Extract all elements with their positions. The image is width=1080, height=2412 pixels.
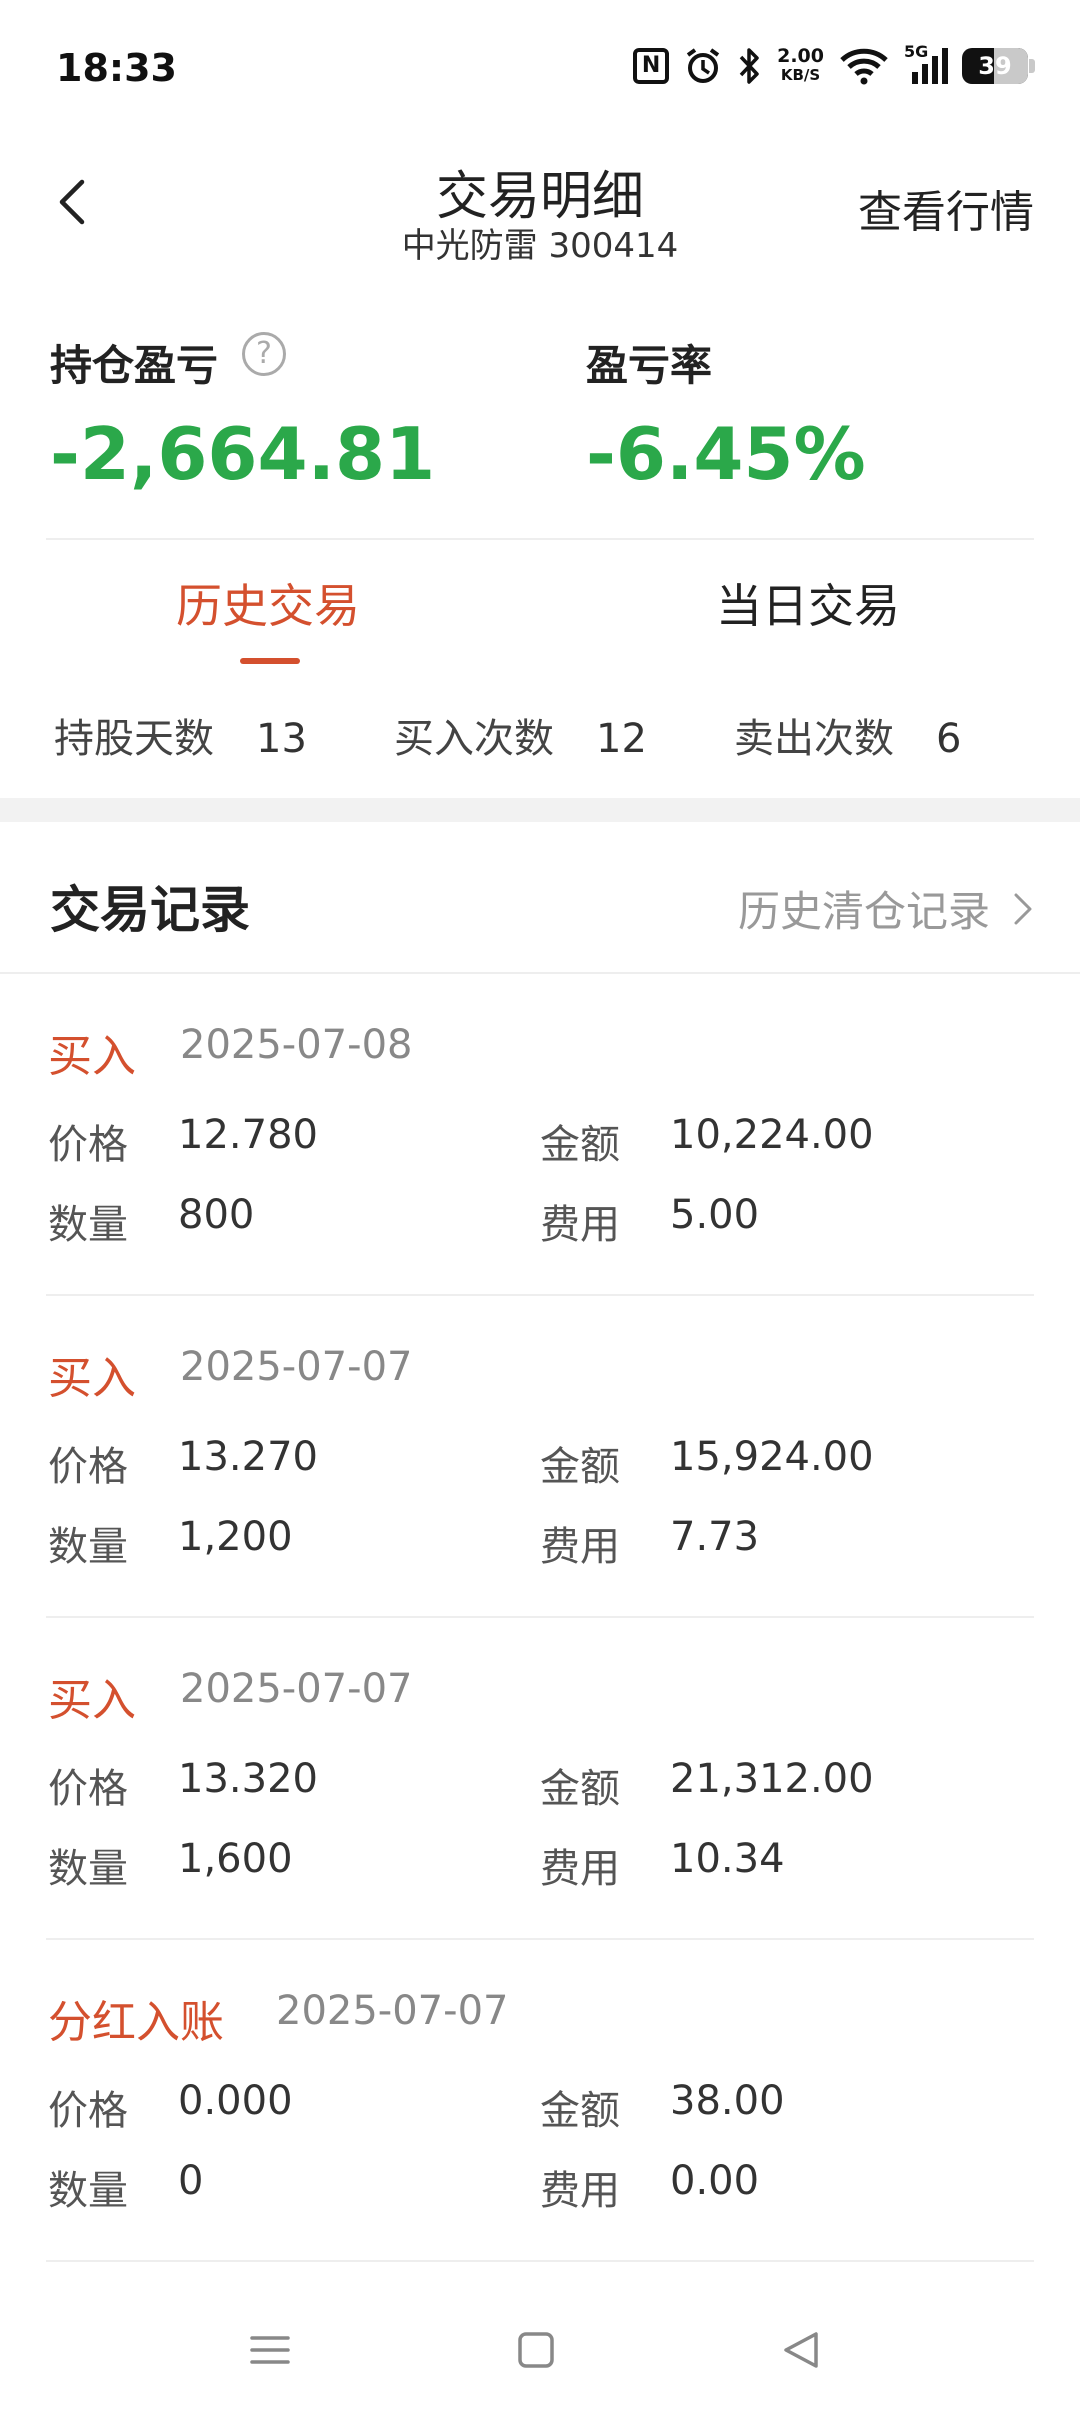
status-bar: 18:33 N 2.00 KB/S 5G 39 <box>0 0 1080 140</box>
triangle-back-icon <box>784 2332 818 2368</box>
bluetooth-icon <box>737 44 763 88</box>
price-label: 价格 <box>48 1766 128 1812</box>
price-value: 0.000 <box>178 2078 293 2124</box>
tab-history-trades[interactable]: 历史交易 <box>176 570 360 636</box>
history-clearance-link[interactable]: 历史清仓记录 <box>738 878 1034 939</box>
record-type: 分红入账 <box>48 1997 224 2048</box>
fee-value: 0.00 <box>670 2158 760 2204</box>
menu-icon <box>250 2336 290 2364</box>
status-time: 18:33 <box>56 46 177 90</box>
stat-label: 买入次数 <box>394 716 554 762</box>
fee-label: 费用 <box>540 1846 620 1892</box>
system-nav-bar <box>0 2290 1080 2412</box>
battery-icon: 39 <box>962 48 1035 84</box>
section-separator <box>0 798 1080 822</box>
amount-label: 金额 <box>540 1122 620 1168</box>
position-pnl-label: 持仓盈亏 <box>50 341 219 390</box>
qty-value: 800 <box>178 1192 255 1238</box>
trade-record[interactable]: 买入 2025-07-07 价格 13.320 金额 21,312.00 数量 … <box>0 1618 1080 1940</box>
signal-icon: 5G <box>904 44 948 88</box>
home-button[interactable] <box>506 2320 566 2380</box>
pnl-rate-value: -6.45% <box>586 412 866 496</box>
tab-active-indicator <box>240 658 300 664</box>
chevron-right-icon <box>1014 893 1032 924</box>
network-speed: 2.00 KB/S <box>777 45 824 85</box>
price-value: 13.320 <box>178 1756 318 1802</box>
record-date: 2025-07-07 <box>180 1666 413 1712</box>
fee-label: 费用 <box>540 1202 620 1248</box>
stat-value: 6 <box>936 716 962 762</box>
record-date: 2025-07-08 <box>180 1022 413 1068</box>
price-value: 12.780 <box>178 1112 318 1158</box>
divider <box>46 538 1034 540</box>
record-type: 买入 <box>48 1675 136 1726</box>
trade-record[interactable]: 买入 2025-07-07 价格 13.270 金额 15,924.00 数量 … <box>0 1296 1080 1618</box>
nfc-icon: N <box>633 48 670 84</box>
amount-label: 金额 <box>540 1444 620 1490</box>
record-type: 买入 <box>48 1031 136 1082</box>
record-type: 买入 <box>48 1353 136 1404</box>
trade-record[interactable]: 分红入账 2025-07-07 价格 0.000 金额 38.00 数量 0 费… <box>0 1940 1080 2262</box>
stat-value: 13 <box>256 716 307 762</box>
recent-apps-button[interactable] <box>240 2320 300 2380</box>
alarm-icon <box>683 44 723 88</box>
price-label: 价格 <box>48 1122 128 1168</box>
amount-value: 38.00 <box>670 2078 785 2124</box>
amount-value: 10,224.00 <box>670 1112 874 1158</box>
qty-label: 数量 <box>48 1846 128 1892</box>
back-nav-button[interactable] <box>772 2320 832 2380</box>
status-icons: N 2.00 KB/S 5G 39 <box>633 44 1035 88</box>
qty-label: 数量 <box>48 2168 128 2214</box>
qty-value: 1,600 <box>178 1836 293 1882</box>
amount-value: 15,924.00 <box>670 1434 874 1480</box>
qty-value: 1,200 <box>178 1514 293 1560</box>
stat-label: 持股天数 <box>54 716 214 762</box>
fee-label: 费用 <box>540 2168 620 2214</box>
price-label: 价格 <box>48 2088 128 2134</box>
stat-value: 12 <box>596 716 647 762</box>
stat-buy-count: 买入次数 12 <box>394 706 647 764</box>
position-pnl-value: -2,664.81 <box>50 412 436 496</box>
trade-records-title: 交易记录 <box>50 881 250 939</box>
qty-label: 数量 <box>48 1524 128 1570</box>
amount-label: 金额 <box>540 1766 620 1812</box>
amount-label: 金额 <box>540 2088 620 2134</box>
stat-holding-days: 持股天数 13 <box>54 706 307 764</box>
fee-label: 费用 <box>540 1524 620 1570</box>
history-clearance-label: 历史清仓记录 <box>737 887 990 936</box>
price-value: 13.270 <box>178 1434 318 1480</box>
fee-value: 10.34 <box>670 1836 785 1882</box>
divider <box>46 2260 1034 2262</box>
stat-label: 卖出次数 <box>734 716 894 762</box>
square-icon <box>518 2332 554 2368</box>
record-date: 2025-07-07 <box>276 1988 509 2034</box>
help-icon[interactable]: ? <box>242 332 286 376</box>
view-quote-link[interactable]: 查看行情 <box>858 176 1034 240</box>
fee-value: 5.00 <box>670 1192 760 1238</box>
tab-today-trades[interactable]: 当日交易 <box>716 570 900 636</box>
stat-sell-count: 卖出次数 6 <box>734 706 961 764</box>
price-label: 价格 <box>48 1444 128 1490</box>
pnl-rate-label: 盈亏率 <box>586 341 713 390</box>
qty-label: 数量 <box>48 1202 128 1248</box>
trade-record[interactable]: 买入 2025-07-08 价格 12.780 金额 10,224.00 数量 … <box>0 974 1080 1296</box>
fee-value: 7.73 <box>670 1514 760 1560</box>
wifi-icon <box>838 44 890 88</box>
record-date: 2025-07-07 <box>180 1344 413 1390</box>
qty-value: 0 <box>178 2158 204 2204</box>
amount-value: 21,312.00 <box>670 1756 874 1802</box>
